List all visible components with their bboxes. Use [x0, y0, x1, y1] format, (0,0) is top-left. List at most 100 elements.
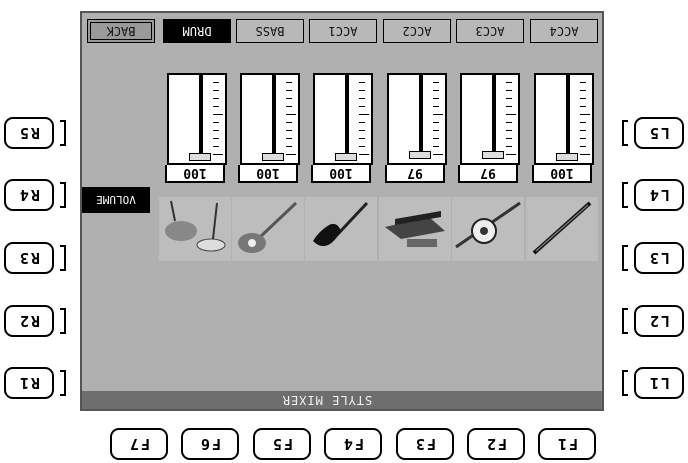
- meter-tick: [506, 146, 512, 147]
- clarinet-icon[interactable]: [526, 197, 598, 261]
- f5-key[interactable]: F5: [253, 428, 311, 460]
- volume-slider-acc4[interactable]: 100: [532, 67, 598, 185]
- meter-tick: [506, 98, 512, 99]
- slider-thumb[interactable]: [189, 153, 211, 161]
- meter-tick: [286, 146, 292, 147]
- l5-key[interactable]: L5: [634, 117, 684, 149]
- volume-value: 97: [385, 165, 445, 183]
- meter-tick: [433, 138, 439, 139]
- meter-tick: [359, 122, 365, 123]
- r3-bracket: [60, 245, 66, 271]
- page-title: STYLE MIXER: [281, 393, 373, 407]
- volume-slider-drum[interactable]: 100: [165, 67, 231, 185]
- r1-key[interactable]: R1: [4, 367, 54, 399]
- meter-tick: [286, 138, 292, 139]
- meter-tick: [213, 106, 219, 107]
- volume-meter[interactable]: 97: [458, 73, 520, 183]
- r4-key[interactable]: R4: [4, 179, 54, 211]
- meter-tick: [580, 154, 590, 155]
- f3-key[interactable]: F3: [396, 428, 454, 460]
- meter-tick: [286, 90, 292, 91]
- meter-tick: [286, 82, 292, 83]
- l2-bracket: [622, 308, 628, 334]
- slider-thumb[interactable]: [556, 153, 578, 161]
- l1-key[interactable]: L1: [634, 367, 684, 399]
- slider-thumb[interactable]: [335, 153, 357, 161]
- back-button[interactable]: BACK: [87, 19, 155, 43]
- meter-tick: [433, 82, 439, 83]
- meter-tick: [580, 138, 586, 139]
- volume-meter[interactable]: 97: [385, 73, 447, 183]
- slider-track: [199, 73, 203, 157]
- r5-key[interactable]: R5: [4, 117, 54, 149]
- meter-tick: [286, 154, 296, 155]
- meter-tick: [580, 106, 586, 107]
- tab-acc4[interactable]: ACC4: [530, 19, 598, 43]
- volume-slider-acc2[interactable]: 97: [385, 67, 451, 185]
- volume-slider-acc1[interactable]: 100: [311, 67, 377, 185]
- volume-label[interactable]: VOLUME: [82, 187, 150, 213]
- volume-meter[interactable]: 100: [532, 73, 594, 183]
- slider-thumb[interactable]: [409, 151, 431, 160]
- meter-tick: [580, 130, 586, 131]
- meter-tick: [359, 146, 365, 147]
- f7-key[interactable]: F7: [110, 428, 168, 460]
- volume-meter[interactable]: 100: [165, 73, 227, 183]
- meter-tick: [213, 82, 219, 83]
- meter-tick: [213, 154, 223, 155]
- meter-tick: [213, 146, 219, 147]
- r2-bracket: [60, 308, 66, 334]
- banjo-icon[interactable]: [452, 197, 524, 261]
- meter-tick: [506, 82, 512, 83]
- tab-acc3[interactable]: ACC3: [456, 19, 524, 43]
- r3-key[interactable]: R3: [4, 242, 54, 274]
- meter-tick: [580, 122, 586, 123]
- r1-bracket: [60, 370, 66, 396]
- meter-tick: [580, 114, 590, 115]
- keyboard-icon[interactable]: [379, 197, 451, 261]
- meter-tick: [433, 154, 443, 155]
- meter-tick: [359, 90, 365, 91]
- l2-key[interactable]: L2: [634, 305, 684, 337]
- f6-key[interactable]: F6: [181, 428, 239, 460]
- meter-tick: [506, 154, 516, 155]
- bass-guitar-icon[interactable]: [232, 197, 304, 261]
- f4-key[interactable]: F4: [324, 428, 382, 460]
- meter-tick: [506, 90, 512, 91]
- f2-key[interactable]: F2: [467, 428, 525, 460]
- slider-track: [492, 73, 496, 157]
- volume-slider-acc3[interactable]: 97: [458, 67, 524, 185]
- slider-thumb[interactable]: [262, 153, 284, 161]
- meter-tick: [433, 146, 439, 147]
- title-bar: STYLE MIXER: [82, 391, 602, 409]
- tab-acc2[interactable]: ACC2: [383, 19, 451, 43]
- slider-thumb[interactable]: [482, 151, 504, 160]
- meter-tick: [213, 138, 219, 139]
- l5-bracket: [622, 120, 628, 146]
- tab-bass[interactable]: BASS: [236, 19, 304, 43]
- meter-tick: [359, 130, 365, 131]
- meter-tick: [506, 138, 512, 139]
- r5-bracket: [60, 120, 66, 146]
- keyboard-panel: F1 F2 F3 F4 F5 F6 F7 L1 L2 L3 L4 L5 R1 R…: [0, 0, 688, 463]
- meter-tick: [286, 106, 292, 107]
- electric-guitar-icon[interactable]: [305, 197, 377, 261]
- volume-meter[interactable]: 100: [238, 73, 300, 183]
- tab-drum[interactable]: DRUM: [163, 19, 231, 43]
- volume-meter[interactable]: 100: [311, 73, 373, 183]
- meter-tick: [580, 98, 586, 99]
- meter-tick: [213, 90, 219, 91]
- meter-tick: [359, 154, 369, 155]
- f1-key[interactable]: F1: [538, 428, 596, 460]
- l3-key[interactable]: L3: [634, 242, 684, 274]
- volume-slider-bass[interactable]: 100: [238, 67, 304, 185]
- drum-kit-icon[interactable]: [159, 197, 231, 261]
- meter-tick: [359, 114, 369, 115]
- volume-value: 100: [165, 165, 225, 183]
- tab-acc1[interactable]: ACC1: [309, 19, 377, 43]
- meter-tick: [433, 114, 443, 115]
- l4-key[interactable]: L4: [634, 179, 684, 211]
- r2-key[interactable]: R2: [4, 305, 54, 337]
- meter-tick: [433, 130, 439, 131]
- meter-tick: [433, 90, 439, 91]
